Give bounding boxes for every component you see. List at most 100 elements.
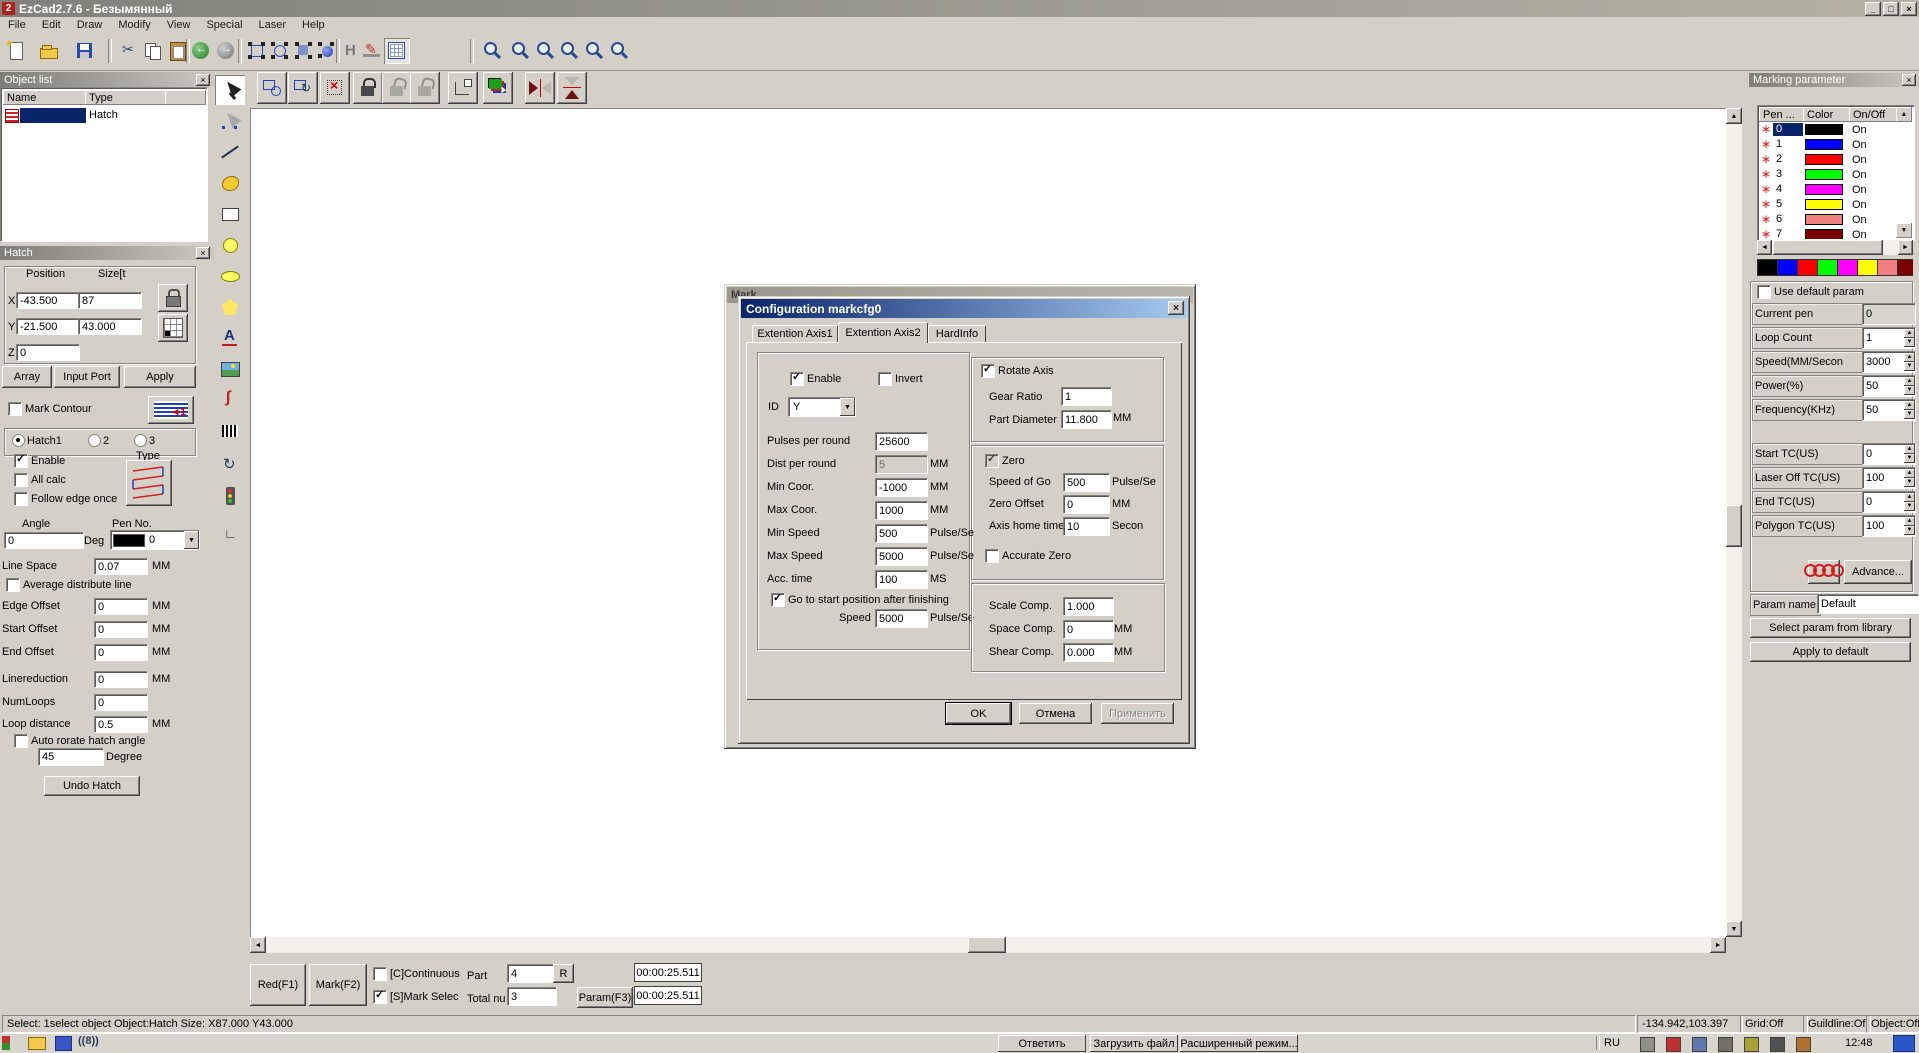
menu-laser[interactable]: Laser — [251, 18, 295, 32]
wobble-button[interactable] — [1808, 560, 1840, 584]
polygon-tool-button[interactable] — [215, 292, 245, 322]
spin-down-icon[interactable]: ▼ — [1904, 338, 1915, 347]
pen-row[interactable]: ∗5On — [1759, 197, 1896, 212]
avg-distribute-checkbox[interactable] — [6, 578, 20, 592]
param-value[interactable]: 100▲▼ — [1862, 467, 1916, 489]
pen-col-header[interactable]: Pen ... — [1759, 107, 1807, 122]
spinner[interactable]: ▲▼ — [1904, 469, 1915, 487]
copy-button[interactable] — [140, 38, 166, 64]
mark-selec-checkbox[interactable] — [373, 990, 387, 1004]
cut-button[interactable] — [116, 38, 142, 64]
param-value[interactable]: 0▲▼ — [1862, 491, 1916, 513]
pen-table-hscroll[interactable]: ◄ ► — [1757, 240, 1913, 255]
menu-file[interactable]: File — [0, 18, 34, 32]
scroll-down-icon[interactable]: ▼ — [1726, 921, 1742, 937]
part-field[interactable]: 4 — [507, 964, 557, 983]
zero-field-value[interactable]: 500 — [1063, 473, 1110, 492]
pen-row[interactable]: ∗1On — [1759, 137, 1896, 152]
y-position-field[interactable]: -21.500 — [16, 318, 80, 335]
palette-swatch[interactable] — [1837, 259, 1859, 276]
lock-aspect-button[interactable] — [158, 284, 188, 312]
io-tool-button[interactable] — [215, 481, 245, 511]
circle-tool-button[interactable] — [215, 230, 245, 260]
maximize-button[interactable]: □ — [1883, 2, 1899, 16]
z-position-field[interactable]: 0 — [16, 344, 80, 361]
comp-field-value[interactable]: 0 — [1063, 620, 1114, 639]
object-list-col-type[interactable]: Type — [85, 90, 169, 105]
tray-icon[interactable] — [1718, 1037, 1733, 1052]
ok-button[interactable]: OK — [946, 703, 1011, 724]
all-calc-checkbox[interactable] — [14, 473, 28, 487]
undo-hatch-button[interactable]: Undo Hatch — [44, 776, 140, 796]
title-bar[interactable]: 2 EzCad2.7.6 - Безымянный _ □ × — [0, 0, 1919, 17]
hatch-row-field[interactable]: 0.5 — [94, 716, 148, 733]
spin-up-icon[interactable]: ▲ — [1904, 517, 1915, 526]
apply-default-button[interactable]: Apply to default — [1750, 642, 1911, 662]
spin-down-icon[interactable]: ▼ — [1904, 502, 1915, 511]
new-file-button[interactable] — [3, 38, 29, 64]
pen-hscroll-thumb[interactable] — [1773, 240, 1883, 255]
advance-button[interactable]: Advance... — [1844, 560, 1912, 584]
taskbar-folder-icon[interactable] — [28, 1037, 46, 1050]
param-value[interactable]: 0 — [1862, 303, 1916, 325]
unlock-all-button[interactable] — [410, 72, 440, 104]
zoom-extent-button[interactable] — [606, 38, 632, 64]
spinner[interactable]: ▲▼ — [1904, 377, 1915, 395]
status-grid[interactable]: Grid:Off — [1740, 1015, 1808, 1033]
hatch-panel-header[interactable]: Hatch × — [0, 246, 214, 260]
line-tool-button[interactable] — [215, 137, 245, 167]
zero-field-value[interactable]: 10 — [1063, 517, 1110, 536]
status-guideline[interactable]: Guildline:Of — [1803, 1015, 1871, 1033]
freehand-tool-button[interactable] — [215, 168, 245, 198]
taskbar-button[interactable]: Расширенный режим... — [1180, 1035, 1298, 1052]
spin-up-icon[interactable]: ▲ — [1904, 469, 1915, 478]
spin-down-icon[interactable]: ▼ — [1904, 454, 1915, 463]
param-value[interactable]: 50▲▼ — [1862, 399, 1916, 421]
tab-hardinfo[interactable]: HardInfo — [928, 325, 986, 343]
dialog-title-bar[interactable]: Configuration markcfg0 — [741, 299, 1187, 318]
pen-stack-button[interactable] — [483, 72, 513, 104]
vector-tool-button[interactable] — [215, 385, 245, 415]
hatch2-radio[interactable] — [88, 434, 101, 447]
spin-down-icon[interactable]: ▼ — [1904, 410, 1915, 419]
contour-preview-button[interactable]: ◄1 — [148, 396, 194, 424]
cancel-button[interactable]: Отмена — [1019, 703, 1092, 724]
object-row-name[interactable] — [20, 108, 86, 123]
menu-view[interactable]: View — [159, 18, 199, 32]
spin-up-icon[interactable]: ▲ — [1904, 401, 1915, 410]
zero-checkbox[interactable] — [985, 454, 999, 468]
object-list-col-name[interactable]: Name — [3, 90, 89, 105]
dialog-field-value[interactable]: -1000 — [875, 478, 928, 497]
rotate-axis-checkbox[interactable] — [981, 364, 995, 378]
tab-extention-axis2[interactable]: Extention Axis2 — [838, 322, 928, 343]
use-default-checkbox[interactable] — [1757, 285, 1771, 299]
tray-icon[interactable] — [1744, 1037, 1759, 1052]
hatch-row-field[interactable]: 0 — [94, 598, 148, 615]
param-value[interactable]: 100▲▼ — [1862, 515, 1916, 537]
tray-icon[interactable] — [1692, 1037, 1707, 1052]
dialog-field-value[interactable]: 100 — [875, 570, 928, 589]
hatch-panel-close-icon[interactable]: × — [196, 247, 210, 259]
hatch-type-button[interactable] — [126, 460, 172, 506]
object-list-close-icon[interactable]: × — [196, 74, 210, 86]
dialog-field-value[interactable]: 5000 — [875, 547, 928, 566]
taskbar-button[interactable]: Ответить — [998, 1035, 1086, 1052]
palette-swatch[interactable] — [1857, 259, 1879, 276]
pen-scroll-left-icon[interactable]: ◄ — [1757, 240, 1772, 255]
x-position-field[interactable]: -43.500 — [16, 292, 80, 309]
id-dropdown-icon[interactable]: ▼ — [840, 398, 855, 416]
object-list-header[interactable]: Object list × — [0, 72, 214, 87]
extend-axis-tool-button[interactable] — [215, 520, 245, 550]
dialog-field-value[interactable]: 25600 — [875, 432, 928, 451]
ezcad-task-icon[interactable]: ((8)) — [78, 1035, 99, 1047]
tray-icon[interactable] — [1796, 1037, 1811, 1052]
spin-up-icon[interactable]: ▲ — [1904, 445, 1915, 454]
zoom-page-button[interactable] — [581, 38, 607, 64]
param-value[interactable]: 3000▲▼ — [1862, 351, 1916, 373]
mirror-horizontal-button[interactable] — [557, 72, 587, 104]
transform-scale-button[interactable] — [257, 72, 287, 104]
bitmap-tool-button[interactable] — [215, 354, 245, 384]
enable-checkbox[interactable] — [14, 454, 28, 468]
accurate-zero-checkbox[interactable] — [985, 549, 999, 563]
spinner[interactable]: ▲▼ — [1904, 517, 1915, 535]
